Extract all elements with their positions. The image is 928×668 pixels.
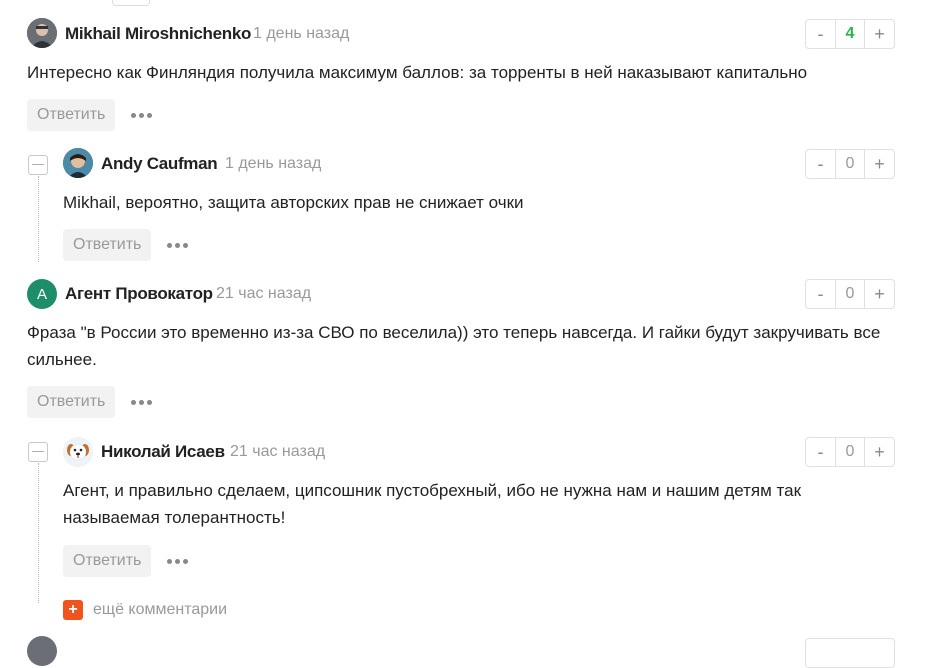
downvote-button[interactable]: -	[806, 280, 835, 308]
comment-text: Mikhail, вероятно, защита авторских прав…	[63, 193, 524, 212]
upvote-button[interactable]: +	[865, 20, 894, 48]
more-comments-label: ещё комментарии	[93, 601, 228, 618]
reply-button[interactable]: Ответить	[27, 99, 116, 131]
plus-icon: +	[63, 600, 83, 620]
avatar[interactable]	[63, 148, 93, 178]
avatar-letter: А	[36, 285, 47, 303]
more-actions-icon[interactable]	[167, 229, 188, 261]
comment-author[interactable]: Агент Провокатор	[65, 284, 213, 304]
vote-score: 4	[835, 20, 865, 48]
reply-button[interactable]: Ответить	[27, 386, 116, 418]
comment-author[interactable]: Николай Исаев	[101, 442, 225, 462]
downvote-button[interactable]: -	[806, 20, 835, 48]
downvote-button[interactable]: -	[806, 150, 835, 178]
partial-avatar	[27, 636, 57, 666]
more-comments-link[interactable]: + ещё комментарии	[63, 600, 227, 620]
user-photo-icon	[27, 18, 57, 48]
dog-avatar-icon	[63, 437, 93, 467]
comment-time: 1 день назад	[225, 155, 322, 172]
comment-time: 21 час назад	[230, 443, 326, 460]
vote-score: 0	[835, 280, 865, 308]
downvote-button[interactable]: -	[806, 438, 835, 466]
comment-text: Фраза "в России это временно из-за СВО п…	[27, 323, 881, 369]
vote-widget: - 0 +	[805, 279, 895, 309]
collapse-thread-icon[interactable]	[28, 155, 48, 175]
thread-line	[38, 463, 39, 603]
reply-button[interactable]: Ответить	[63, 545, 152, 577]
collapse-thread-icon[interactable]	[28, 442, 48, 462]
vote-widget: - 0 +	[805, 149, 895, 179]
comment-time: 1 день назад	[253, 25, 350, 42]
reply-button[interactable]: Ответить	[63, 229, 152, 261]
upvote-button[interactable]: +	[865, 280, 894, 308]
thread-line	[38, 176, 39, 262]
more-actions-icon[interactable]	[131, 99, 152, 131]
partial-button-top	[112, 0, 150, 6]
vote-score: 0	[835, 438, 865, 466]
avatar[interactable]	[27, 18, 57, 48]
comment-text: Интересно как Финляндия получила максиму…	[27, 63, 808, 82]
vote-widget: - 4 +	[805, 19, 895, 49]
user-photo-icon	[63, 148, 93, 178]
comment-author[interactable]: Andy Caufman	[101, 154, 218, 174]
upvote-button[interactable]: +	[865, 438, 894, 466]
vote-score: 0	[835, 150, 865, 178]
upvote-button[interactable]: +	[865, 150, 894, 178]
more-actions-icon[interactable]	[131, 386, 152, 418]
comment-author[interactable]: Mikhail Miroshnichenko	[65, 24, 251, 44]
vote-widget: - 0 +	[805, 437, 895, 467]
avatar[interactable]: А	[27, 279, 57, 309]
more-actions-icon[interactable]	[167, 545, 188, 577]
comment-text: Агент, и правильно сделаем, ципсошник пу…	[63, 481, 802, 527]
comment-time: 21 час назад	[216, 285, 312, 302]
avatar[interactable]	[63, 437, 93, 467]
